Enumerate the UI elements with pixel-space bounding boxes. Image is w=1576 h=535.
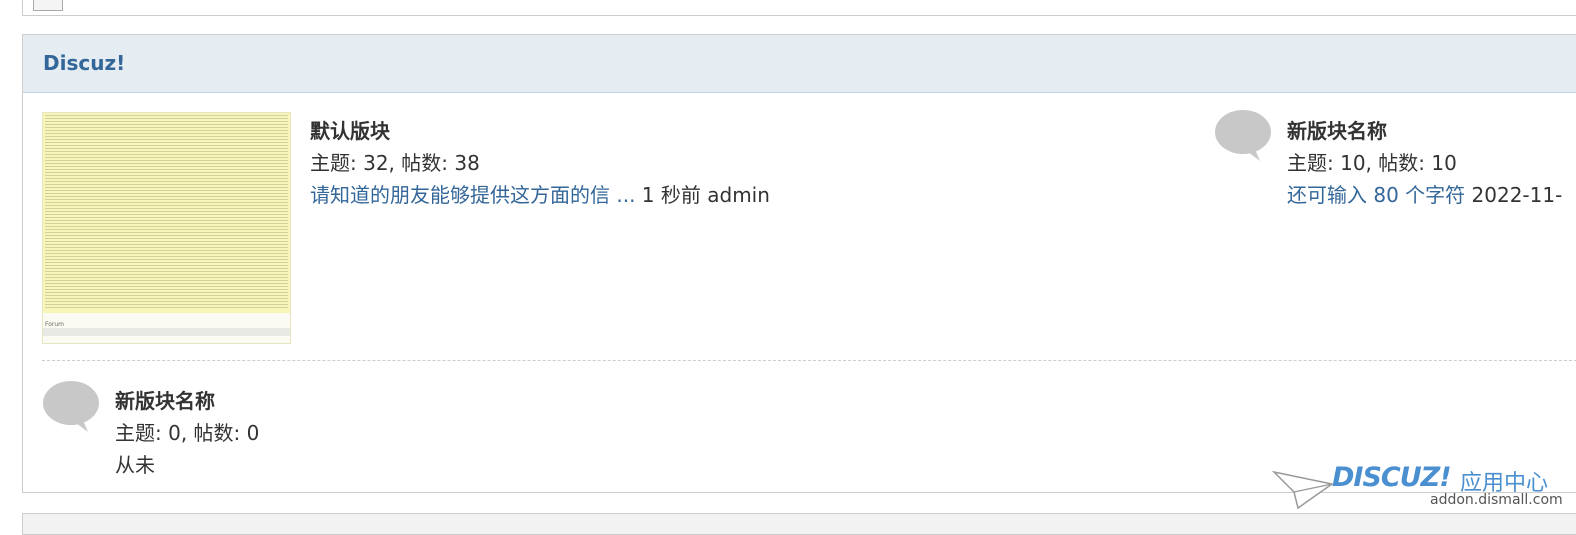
last-post-time: 2022-11- bbox=[1471, 183, 1563, 207]
category-header: Discuz! bbox=[23, 35, 1576, 93]
discuz-watermark: DISCUZ! 应用中心 addon.dismall.com bbox=[1272, 462, 1563, 512]
forum-last-post: 请知道的朋友能够提供这方面的信 ... 1 秒前 admin bbox=[310, 179, 770, 208]
last-post-link[interactable]: 还可输入 80 个字符 bbox=[1287, 183, 1465, 207]
forum-stats: 主题: 0, 帖数: 0 bbox=[115, 421, 260, 445]
watermark-url: addon.dismall.com bbox=[1430, 492, 1563, 508]
collapse-button[interactable] bbox=[33, 0, 63, 11]
forum-name[interactable]: 默认版块 bbox=[310, 115, 390, 144]
last-post-time: 1 秒前 bbox=[641, 183, 701, 207]
last-post-author[interactable]: admin bbox=[707, 183, 770, 207]
forum-thumbnail-image[interactable]: Forum bbox=[42, 112, 291, 344]
row-divider bbox=[42, 360, 1576, 361]
category-title[interactable]: Discuz! bbox=[43, 51, 125, 75]
forum-category: Discuz! Forum 默认版块 主题: 32, 帖数: 38 请知道的朋友… bbox=[22, 34, 1576, 493]
previous-section-bottom bbox=[22, 0, 1576, 16]
forum-name[interactable]: 新版块名称 bbox=[1287, 115, 1387, 144]
speech-bubble-icon[interactable] bbox=[42, 380, 100, 436]
paper-plane-icon bbox=[1272, 470, 1334, 510]
forum-stats: 主题: 10, 帖数: 10 bbox=[1287, 151, 1457, 175]
forum-last-post: 还可输入 80 个字符 2022-11- bbox=[1287, 179, 1562, 208]
speech-bubble-icon[interactable] bbox=[1214, 109, 1272, 165]
next-section-top bbox=[22, 513, 1576, 535]
forum-last-post: 从未 bbox=[115, 453, 155, 477]
forum-stats: 主题: 32, 帖数: 38 bbox=[310, 151, 480, 175]
watermark-logo: DISCUZ! bbox=[1332, 462, 1452, 493]
last-post-link[interactable]: 请知道的朋友能够提供这方面的信 ... bbox=[310, 183, 635, 207]
forum-name[interactable]: 新版块名称 bbox=[115, 385, 215, 414]
